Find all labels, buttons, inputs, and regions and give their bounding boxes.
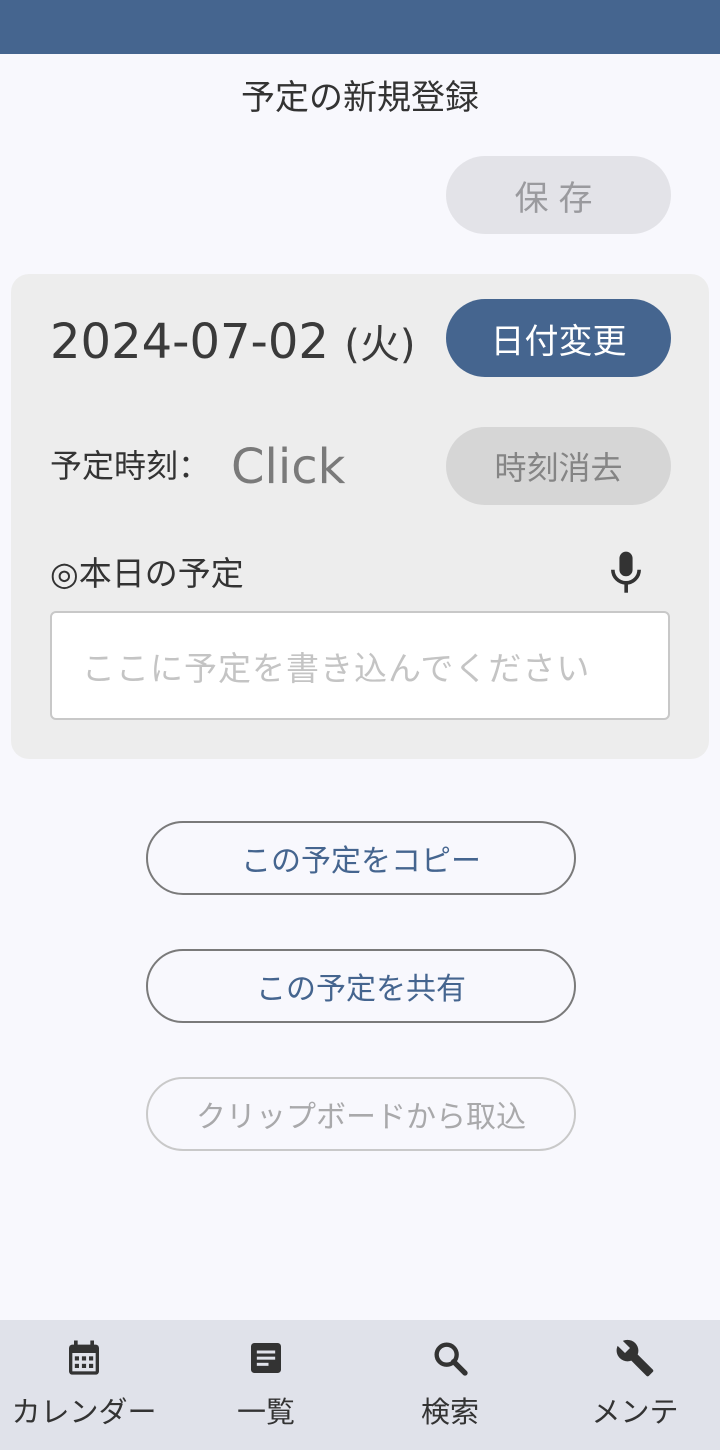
nav-item-list[interactable]: 一覧 bbox=[186, 1320, 346, 1450]
date-change-button[interactable]: 日付変更 bbox=[446, 299, 671, 377]
wrench-icon bbox=[616, 1339, 654, 1377]
date-value: 2024-07-02 bbox=[50, 314, 329, 370]
time-clear-button[interactable]: 時刻消去 bbox=[446, 427, 671, 505]
time-picker[interactable]: Click bbox=[231, 436, 345, 498]
search-icon bbox=[434, 1342, 468, 1376]
page-title: 予定の新規登録 bbox=[241, 78, 479, 118]
nav-item-calendar[interactable]: カレンダー bbox=[0, 1320, 168, 1450]
share-schedule-button[interactable]: この予定を共有 bbox=[146, 949, 576, 1023]
list-icon bbox=[251, 1343, 281, 1373]
nav-item-maintenance[interactable]: メンテ bbox=[555, 1320, 715, 1450]
nav-label-calendar: カレンダー bbox=[11, 1395, 157, 1429]
nav-label-search: 検索 bbox=[420, 1395, 479, 1429]
schedule-input-placeholder: ここに予定を書き込んでください bbox=[82, 648, 591, 688]
copy-schedule-button[interactable]: この予定をコピー bbox=[146, 821, 576, 895]
calendar-icon bbox=[69, 1340, 99, 1375]
import-clipboard-button[interactable]: クリップボードから取込 bbox=[146, 1077, 576, 1151]
schedule-input[interactable]: ここに予定を書き込んでください bbox=[50, 611, 670, 720]
weekday-value: (火) bbox=[344, 322, 416, 368]
nav-label-maintenance: メンテ bbox=[591, 1395, 679, 1429]
nav-label-list: 一覧 bbox=[236, 1395, 295, 1429]
date-display: 2024-07-02 (火) bbox=[50, 312, 415, 375]
nav-item-search[interactable]: 検索 bbox=[370, 1320, 530, 1450]
time-label: 予定時刻： bbox=[50, 447, 211, 485]
section-label: ◎本日の予定 bbox=[50, 554, 244, 593]
status-bar bbox=[0, 0, 720, 54]
save-button[interactable]: 保存 bbox=[446, 156, 671, 234]
microphone-icon[interactable] bbox=[606, 550, 646, 596]
bottom-navigation: カレンダー 一覧 検索 メンテ bbox=[0, 1320, 720, 1450]
